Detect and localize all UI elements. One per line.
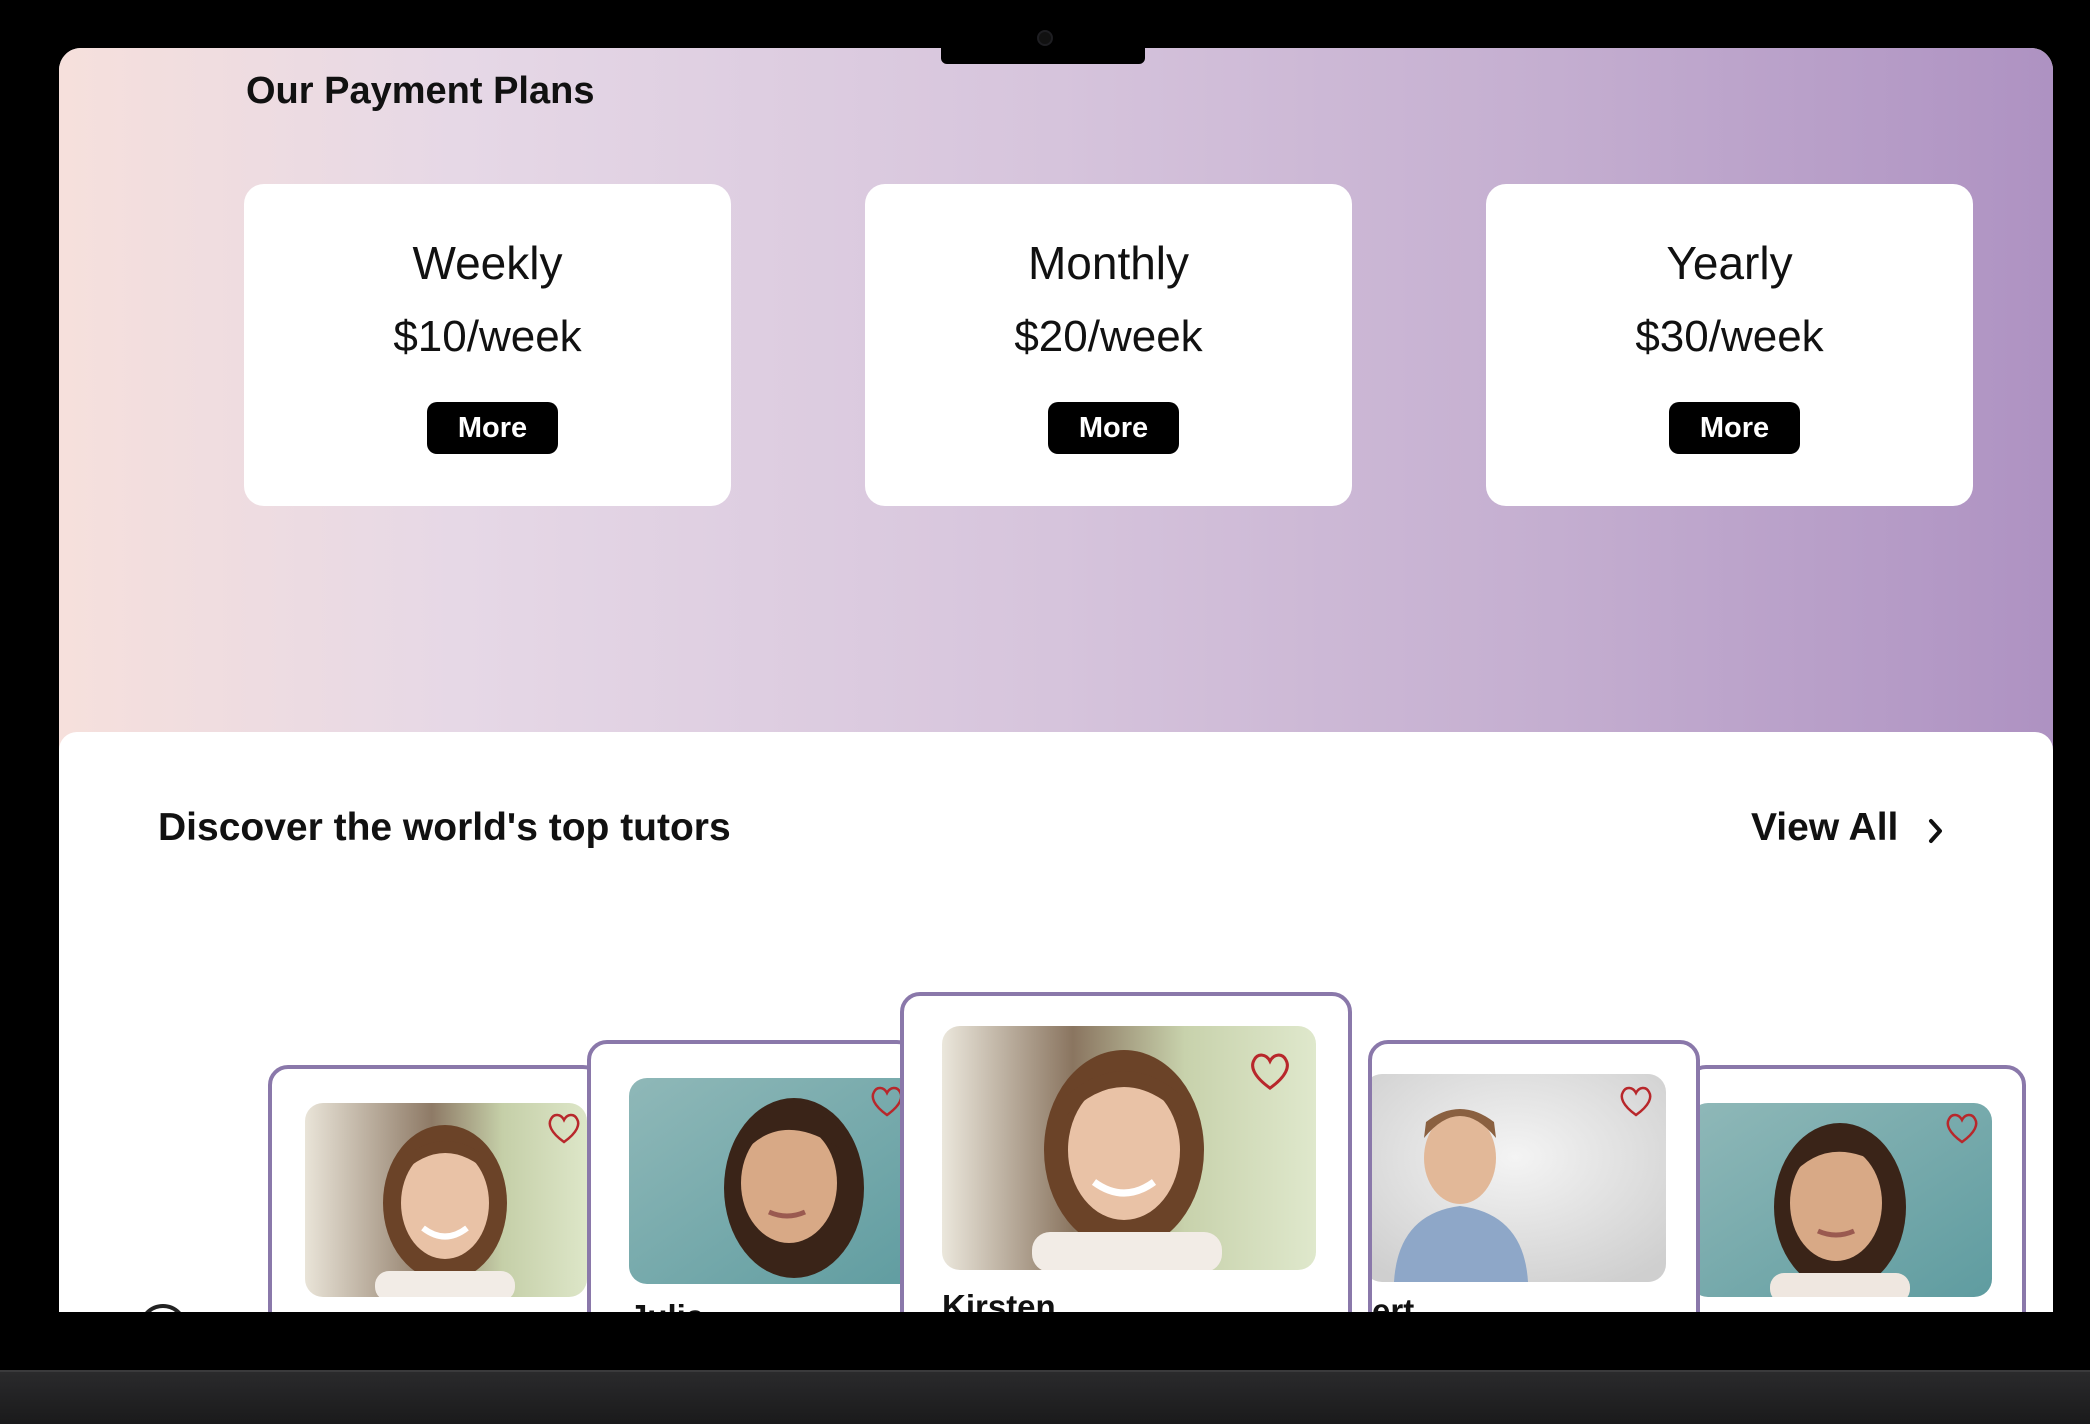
- tutor-card[interactable]: [268, 1065, 603, 1312]
- plan-card-weekly: Weekly $10/week More: [244, 184, 731, 506]
- plan-price: $20/week: [1014, 312, 1203, 361]
- payment-plans-section: Our Payment Plans Weekly $10/week More M…: [59, 48, 2053, 768]
- view-all-link[interactable]: View All: [1751, 806, 1898, 850]
- plan-name: Yearly: [1666, 237, 1793, 289]
- payment-plans-title: Our Payment Plans: [246, 70, 595, 112]
- plan-name: Monthly: [1027, 237, 1190, 289]
- screen-notch: [941, 48, 1145, 64]
- webcam-icon: [1037, 30, 1053, 46]
- heart-icon[interactable]: [546, 1111, 582, 1145]
- more-button-yearly[interactable]: More: [1669, 402, 1800, 454]
- heart-icon[interactable]: [1944, 1111, 1980, 1145]
- tutor-photo: [305, 1103, 587, 1297]
- tutor-name: Julia: [629, 1298, 704, 1312]
- tutor-name: ert: [1372, 1292, 1415, 1312]
- browser-viewport: Our Payment Plans Weekly $10/week More M…: [59, 48, 2053, 1312]
- heart-icon[interactable]: [1248, 1050, 1292, 1092]
- plan-name: Weekly: [412, 237, 563, 289]
- tutor-name: Kirsten: [942, 1288, 1056, 1312]
- plan-card-yearly: Yearly $30/week More: [1486, 184, 1973, 506]
- tutor-card[interactable]: [1686, 1065, 2026, 1312]
- tutors-title: Discover the world's top tutors: [158, 806, 731, 849]
- heart-icon[interactable]: [1618, 1084, 1654, 1118]
- plan-card-monthly: Monthly $20/week More: [865, 184, 1352, 506]
- tutor-card[interactable]: ert: [1368, 1040, 1700, 1312]
- laptop-base: [0, 1370, 2090, 1424]
- plan-price: $10/week: [393, 312, 582, 361]
- chevron-right-icon[interactable]: [1925, 816, 1947, 846]
- tutor-card[interactable]: Julia: [587, 1040, 917, 1312]
- more-button-monthly[interactable]: More: [1048, 402, 1179, 454]
- more-button-weekly[interactable]: More: [427, 402, 558, 454]
- tutor-card-featured[interactable]: Kirsten: [900, 992, 1352, 1312]
- plan-price: $30/week: [1635, 312, 1824, 361]
